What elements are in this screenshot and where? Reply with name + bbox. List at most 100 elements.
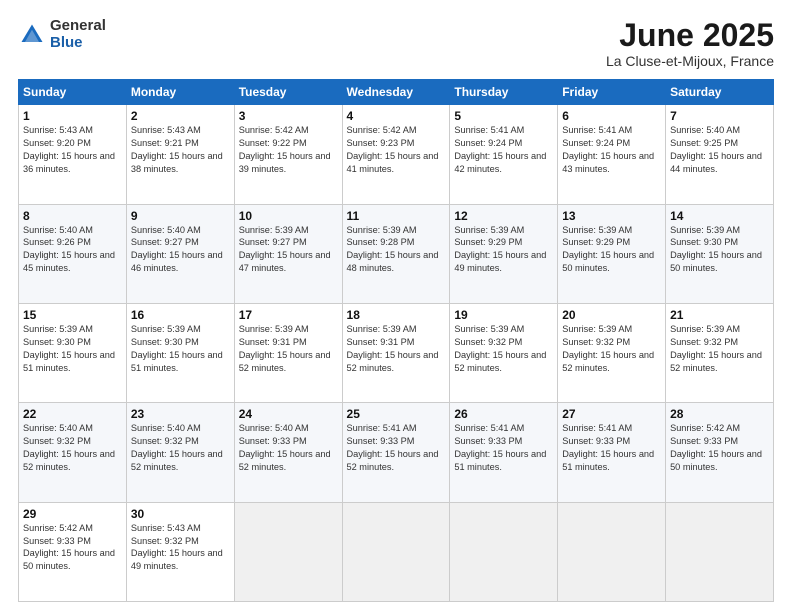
- col-tuesday: Tuesday: [234, 80, 342, 105]
- table-row: 5 Sunrise: 5:41 AM Sunset: 9:24 PM Dayli…: [450, 105, 558, 204]
- sunrise-label: Sunrise: 5:40 AM: [23, 423, 93, 433]
- daylight-label: Daylight: 15 hours and 52 minutes.: [23, 449, 115, 472]
- daylight-label: Daylight: 15 hours and 45 minutes.: [23, 250, 115, 273]
- sunset-label: Sunset: 9:32 PM: [454, 337, 522, 347]
- table-row: 7 Sunrise: 5:40 AM Sunset: 9:25 PM Dayli…: [666, 105, 774, 204]
- table-row: [342, 502, 450, 601]
- table-row: 4 Sunrise: 5:42 AM Sunset: 9:23 PM Dayli…: [342, 105, 450, 204]
- sunrise-label: Sunrise: 5:41 AM: [454, 423, 524, 433]
- table-row: 3 Sunrise: 5:42 AM Sunset: 9:22 PM Dayli…: [234, 105, 342, 204]
- logo: General Blue: [18, 18, 106, 51]
- daylight-label: Daylight: 15 hours and 50 minutes.: [562, 250, 654, 273]
- day-number: 9: [131, 209, 230, 223]
- day-number: 18: [347, 308, 446, 322]
- logo-icon: [18, 21, 46, 49]
- sunset-label: Sunset: 9:33 PM: [347, 436, 415, 446]
- table-row: [558, 502, 666, 601]
- day-number: 15: [23, 308, 122, 322]
- sunset-label: Sunset: 9:31 PM: [347, 337, 415, 347]
- day-number: 7: [670, 109, 769, 123]
- sunrise-label: Sunrise: 5:42 AM: [23, 523, 93, 533]
- table-row: 13 Sunrise: 5:39 AM Sunset: 9:29 PM Dayl…: [558, 204, 666, 303]
- sunrise-label: Sunrise: 5:41 AM: [347, 423, 417, 433]
- table-row: 6 Sunrise: 5:41 AM Sunset: 9:24 PM Dayli…: [558, 105, 666, 204]
- table-row: 26 Sunrise: 5:41 AM Sunset: 9:33 PM Dayl…: [450, 403, 558, 502]
- sunset-label: Sunset: 9:27 PM: [239, 237, 307, 247]
- day-info: Sunrise: 5:39 AM Sunset: 9:31 PM Dayligh…: [347, 323, 446, 375]
- day-info: Sunrise: 5:39 AM Sunset: 9:32 PM Dayligh…: [454, 323, 553, 375]
- sunset-label: Sunset: 9:27 PM: [131, 237, 199, 247]
- calendar-row: 1 Sunrise: 5:43 AM Sunset: 9:20 PM Dayli…: [19, 105, 774, 204]
- table-row: 2 Sunrise: 5:43 AM Sunset: 9:21 PM Dayli…: [126, 105, 234, 204]
- col-monday: Monday: [126, 80, 234, 105]
- daylight-label: Daylight: 15 hours and 38 minutes.: [131, 151, 223, 174]
- day-info: Sunrise: 5:42 AM Sunset: 9:22 PM Dayligh…: [239, 124, 338, 176]
- day-number: 23: [131, 407, 230, 421]
- table-row: [234, 502, 342, 601]
- daylight-label: Daylight: 15 hours and 52 minutes.: [239, 350, 331, 373]
- table-row: 28 Sunrise: 5:42 AM Sunset: 9:33 PM Dayl…: [666, 403, 774, 502]
- sunset-label: Sunset: 9:33 PM: [562, 436, 630, 446]
- daylight-label: Daylight: 15 hours and 51 minutes.: [562, 449, 654, 472]
- day-info: Sunrise: 5:42 AM Sunset: 9:23 PM Dayligh…: [347, 124, 446, 176]
- day-info: Sunrise: 5:41 AM Sunset: 9:33 PM Dayligh…: [562, 422, 661, 474]
- logo-text: General Blue: [50, 18, 106, 51]
- day-info: Sunrise: 5:41 AM Sunset: 9:24 PM Dayligh…: [454, 124, 553, 176]
- day-info: Sunrise: 5:42 AM Sunset: 9:33 PM Dayligh…: [670, 422, 769, 474]
- sunrise-label: Sunrise: 5:39 AM: [239, 225, 309, 235]
- sunrise-label: Sunrise: 5:43 AM: [131, 523, 201, 533]
- table-row: 12 Sunrise: 5:39 AM Sunset: 9:29 PM Dayl…: [450, 204, 558, 303]
- day-number: 4: [347, 109, 446, 123]
- day-info: Sunrise: 5:40 AM Sunset: 9:26 PM Dayligh…: [23, 224, 122, 276]
- sunrise-label: Sunrise: 5:42 AM: [347, 125, 417, 135]
- title-block: June 2025 La Cluse-et-Mijoux, France: [606, 18, 774, 69]
- sunrise-label: Sunrise: 5:39 AM: [239, 324, 309, 334]
- day-info: Sunrise: 5:39 AM Sunset: 9:27 PM Dayligh…: [239, 224, 338, 276]
- day-number: 5: [454, 109, 553, 123]
- sunset-label: Sunset: 9:25 PM: [670, 138, 738, 148]
- day-info: Sunrise: 5:43 AM Sunset: 9:32 PM Dayligh…: [131, 522, 230, 574]
- sunrise-label: Sunrise: 5:41 AM: [562, 125, 632, 135]
- sunset-label: Sunset: 9:32 PM: [131, 536, 199, 546]
- calendar-row: 22 Sunrise: 5:40 AM Sunset: 9:32 PM Dayl…: [19, 403, 774, 502]
- sunset-label: Sunset: 9:28 PM: [347, 237, 415, 247]
- day-info: Sunrise: 5:40 AM Sunset: 9:25 PM Dayligh…: [670, 124, 769, 176]
- day-number: 17: [239, 308, 338, 322]
- day-info: Sunrise: 5:39 AM Sunset: 9:28 PM Dayligh…: [347, 224, 446, 276]
- table-row: 25 Sunrise: 5:41 AM Sunset: 9:33 PM Dayl…: [342, 403, 450, 502]
- daylight-label: Daylight: 15 hours and 52 minutes.: [347, 449, 439, 472]
- day-number: 29: [23, 507, 122, 521]
- day-number: 19: [454, 308, 553, 322]
- col-thursday: Thursday: [450, 80, 558, 105]
- sunset-label: Sunset: 9:32 PM: [23, 436, 91, 446]
- daylight-label: Daylight: 15 hours and 51 minutes.: [23, 350, 115, 373]
- table-row: 16 Sunrise: 5:39 AM Sunset: 9:30 PM Dayl…: [126, 303, 234, 402]
- day-info: Sunrise: 5:39 AM Sunset: 9:29 PM Dayligh…: [454, 224, 553, 276]
- daylight-label: Daylight: 15 hours and 47 minutes.: [239, 250, 331, 273]
- daylight-label: Daylight: 15 hours and 42 minutes.: [454, 151, 546, 174]
- calendar: Sunday Monday Tuesday Wednesday Thursday…: [18, 79, 774, 602]
- sunrise-label: Sunrise: 5:40 AM: [131, 225, 201, 235]
- day-info: Sunrise: 5:39 AM Sunset: 9:32 PM Dayligh…: [670, 323, 769, 375]
- table-row: 22 Sunrise: 5:40 AM Sunset: 9:32 PM Dayl…: [19, 403, 127, 502]
- daylight-label: Daylight: 15 hours and 48 minutes.: [347, 250, 439, 273]
- sunset-label: Sunset: 9:26 PM: [23, 237, 91, 247]
- calendar-body: 1 Sunrise: 5:43 AM Sunset: 9:20 PM Dayli…: [19, 105, 774, 602]
- sunrise-label: Sunrise: 5:39 AM: [670, 225, 740, 235]
- daylight-label: Daylight: 15 hours and 43 minutes.: [562, 151, 654, 174]
- daylight-label: Daylight: 15 hours and 52 minutes.: [562, 350, 654, 373]
- sunset-label: Sunset: 9:24 PM: [562, 138, 630, 148]
- daylight-label: Daylight: 15 hours and 52 minutes.: [239, 449, 331, 472]
- sunrise-label: Sunrise: 5:42 AM: [670, 423, 740, 433]
- sunset-label: Sunset: 9:33 PM: [670, 436, 738, 446]
- day-number: 25: [347, 407, 446, 421]
- sunset-label: Sunset: 9:30 PM: [23, 337, 91, 347]
- sunrise-label: Sunrise: 5:43 AM: [131, 125, 201, 135]
- header-row: Sunday Monday Tuesday Wednesday Thursday…: [19, 80, 774, 105]
- table-row: 9 Sunrise: 5:40 AM Sunset: 9:27 PM Dayli…: [126, 204, 234, 303]
- daylight-label: Daylight: 15 hours and 41 minutes.: [347, 151, 439, 174]
- sunrise-label: Sunrise: 5:41 AM: [454, 125, 524, 135]
- day-number: 14: [670, 209, 769, 223]
- table-row: 8 Sunrise: 5:40 AM Sunset: 9:26 PM Dayli…: [19, 204, 127, 303]
- day-number: 8: [23, 209, 122, 223]
